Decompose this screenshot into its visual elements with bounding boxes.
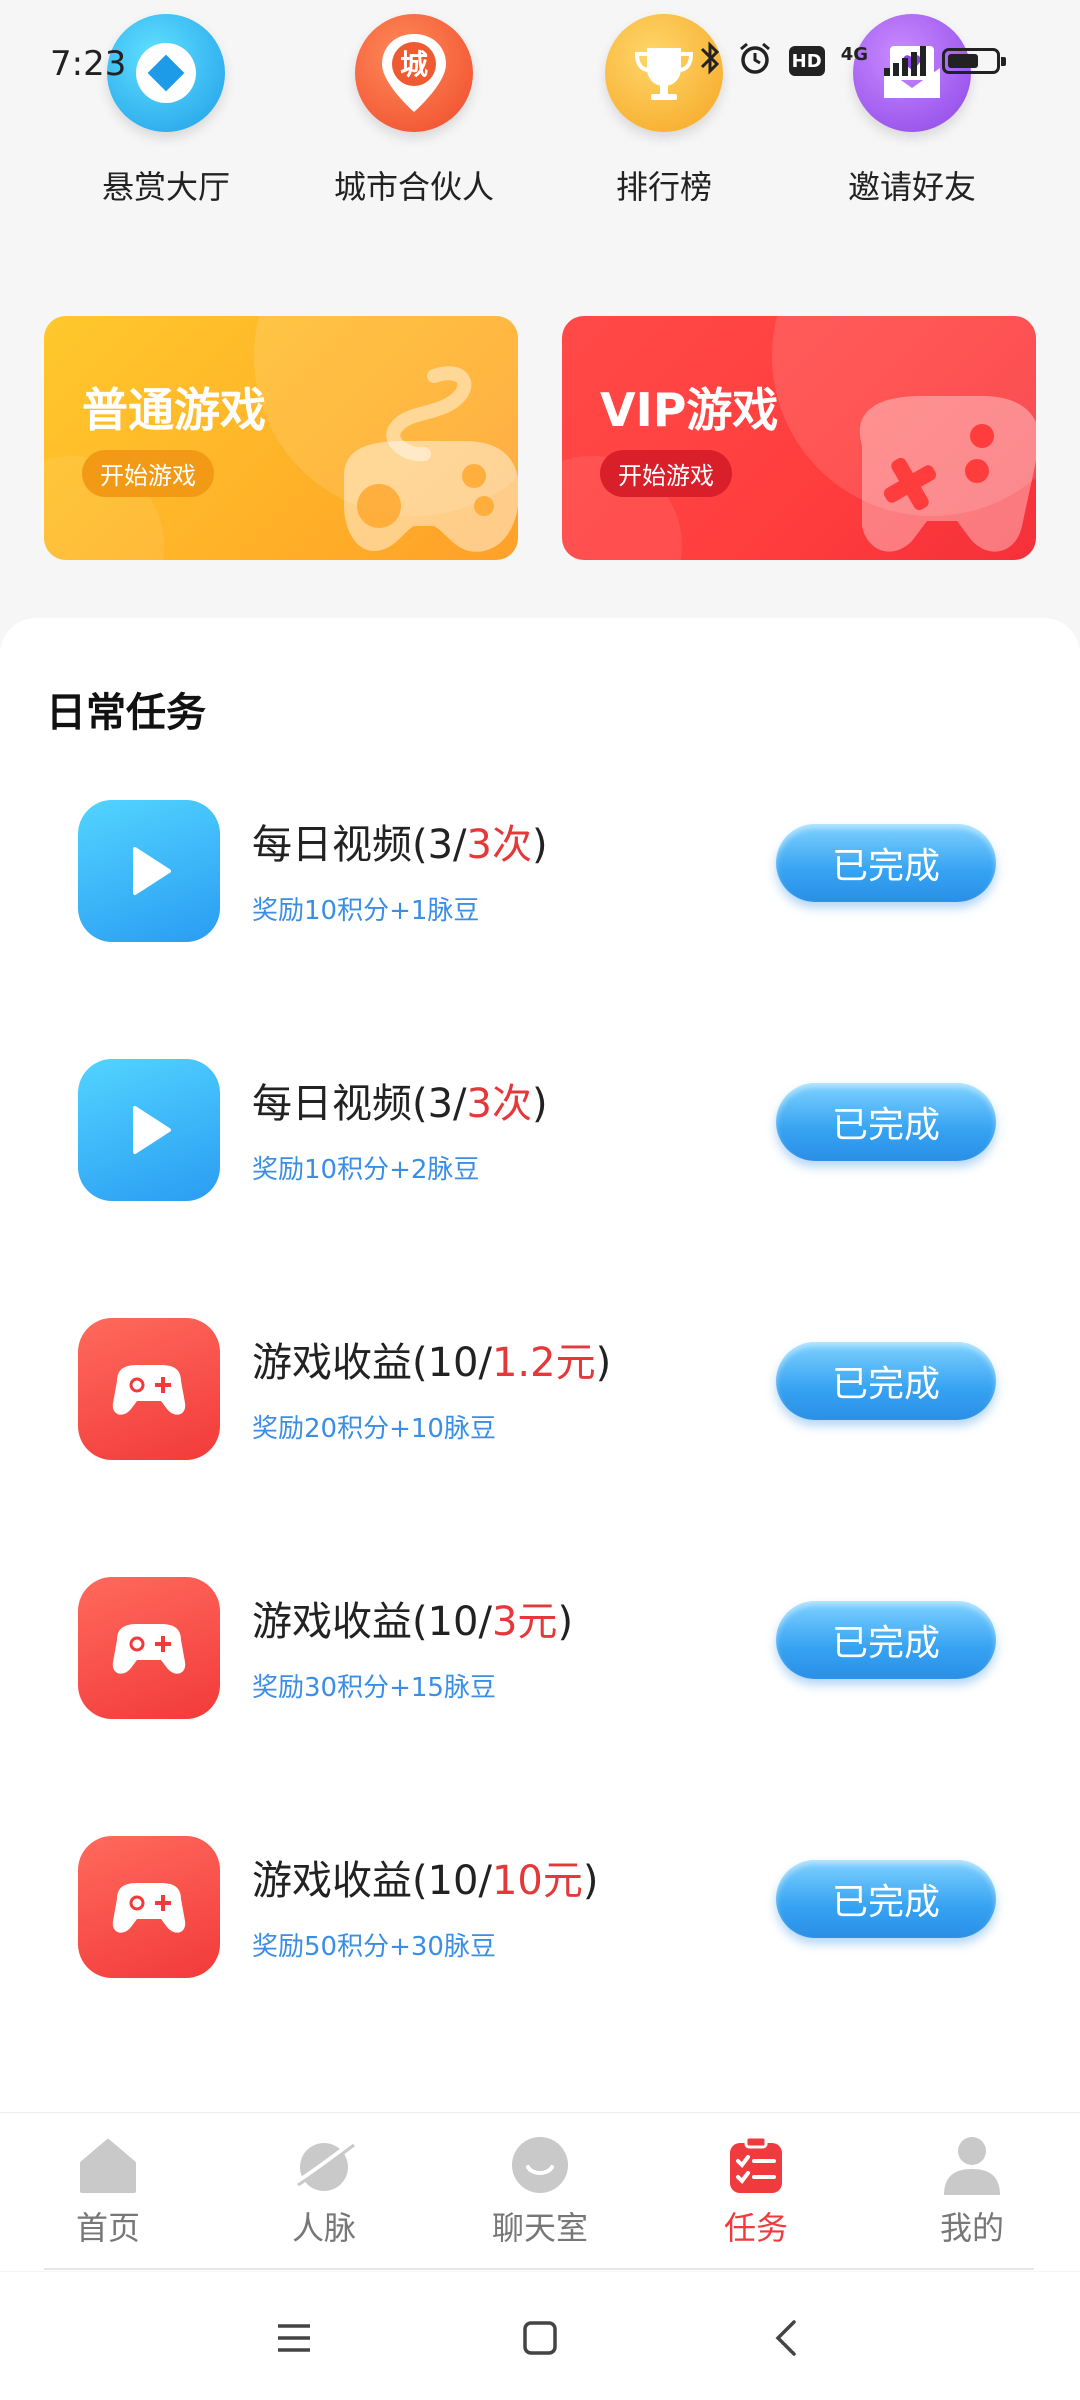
tab-label: 人脉 <box>291 2209 356 2247</box>
task-title: 游戏收益(10/10元) <box>252 1858 599 1904</box>
task-title: 游戏收益(10/1.2元) <box>252 1340 612 1386</box>
planet-icon <box>294 2140 355 2191</box>
task-progress-highlight: 10元 <box>491 1858 583 1904</box>
shortcut-bounty-hall[interactable]: 悬赏大厅 <box>66 14 266 208</box>
shortcut-leaderboard[interactable]: 排行榜 <box>564 14 764 208</box>
task-completed-button[interactable]: 已完成 <box>776 1342 996 1420</box>
tab-label: 首页 <box>75 2209 140 2247</box>
banner-title: 普通游戏 <box>82 383 266 437</box>
task-row: 游戏收益(10/3元) 奖励30积分+15脉豆 已完成 <box>0 1567 1080 1727</box>
task-list-icon <box>730 2135 782 2193</box>
task-completed-button[interactable]: 已完成 <box>776 1860 996 1938</box>
system-navigation-bar <box>0 2272 1080 2400</box>
shortcut-label: 排行榜 <box>615 168 712 206</box>
tab-home[interactable]: 首页 <box>28 2133 188 2249</box>
home-icon <box>80 2139 136 2193</box>
gamepad-decoration-icon <box>344 366 518 552</box>
gamepad-icon <box>78 1318 220 1460</box>
tab-tasks[interactable]: 任务 <box>676 2133 836 2249</box>
task-row: 游戏收益(10/10元) 奖励50积分+30脉豆 已完成 <box>0 1826 1080 1986</box>
task-reward: 奖励10积分+1脉豆 <box>252 896 480 926</box>
menu-icon[interactable] <box>274 2318 314 2358</box>
profile-icon <box>944 2137 1000 2195</box>
task-progress-highlight: 3次 <box>466 1081 532 1127</box>
bottom-tab-bar: 首页 人脉 聊天室 任务 我的 <box>0 2112 1080 2271</box>
start-game-button[interactable]: 开始游戏 <box>82 450 214 497</box>
task-progress-highlight: 3次 <box>466 822 532 868</box>
tab-contacts[interactable]: 人脉 <box>244 2133 404 2249</box>
shortcut-label: 邀请好友 <box>847 168 976 206</box>
shortcut-invite-friends[interactable]: 邀请好友 <box>812 14 1012 208</box>
task-row: 每日视频(3/3次) 奖励10积分+2脉豆 已完成 <box>0 1049 1080 1209</box>
chat-icon <box>512 2137 568 2193</box>
play-icon <box>78 800 220 942</box>
task-completed-button[interactable]: 已完成 <box>776 824 996 902</box>
banner-title: VIP游戏 <box>600 383 779 437</box>
back-icon[interactable] <box>768 2318 808 2358</box>
shortcut-city-partner[interactable]: 城 城市合伙人 <box>314 14 514 208</box>
tab-label: 聊天室 <box>491 2209 588 2247</box>
task-progress-highlight: 3元 <box>491 1599 558 1645</box>
home-square-icon[interactable] <box>520 2318 560 2358</box>
gamepad-icon <box>78 1836 220 1978</box>
task-row: 游戏收益(10/1.2元) 奖励20积分+10脉豆 已完成 <box>0 1308 1080 1468</box>
trophy-icon <box>605 14 723 132</box>
normal-game-banner[interactable]: 普通游戏 开始游戏 <box>44 316 518 560</box>
divider <box>44 2268 1034 2270</box>
tab-label: 任务 <box>723 2209 788 2247</box>
task-reward: 奖励10积分+2脉豆 <box>252 1155 480 1185</box>
task-reward: 奖励50积分+30脉豆 <box>252 1932 496 1962</box>
shortcut-row: 悬赏大厅 城 城市合伙人 排行榜 邀请好友 <box>0 14 1080 214</box>
diamond-icon <box>107 14 225 132</box>
gamepad-icon <box>78 1577 220 1719</box>
city-pin-text: 城 <box>400 48 428 81</box>
task-progress-highlight: 1.2元 <box>491 1340 596 1386</box>
task-completed-button[interactable]: 已完成 <box>776 1083 996 1161</box>
tab-profile[interactable]: 我的 <box>892 2133 1052 2249</box>
task-title: 每日视频(3/3次) <box>252 1081 548 1127</box>
task-row: 每日视频(3/3次) 奖励10积分+1脉豆 已完成 <box>0 790 1080 950</box>
shortcut-label: 悬赏大厅 <box>101 168 230 206</box>
task-completed-button[interactable]: 已完成 <box>776 1601 996 1679</box>
city-pin-icon: 城 <box>355 14 473 132</box>
task-title: 每日视频(3/3次) <box>252 822 548 868</box>
vip-game-banner[interactable]: VIP游戏 开始游戏 <box>562 316 1036 560</box>
task-reward: 奖励20积分+10脉豆 <box>252 1414 496 1444</box>
section-title: 日常任务 <box>46 690 206 736</box>
shortcut-label: 城市合伙人 <box>333 168 494 206</box>
daily-tasks-card: 日常任务 每日视频(3/3次) 奖励10积分+1脉豆 已完成 每日视频(3/3次… <box>0 618 1080 2118</box>
task-reward: 奖励30积分+15脉豆 <box>252 1673 496 1703</box>
tab-chatroom[interactable]: 聊天室 <box>460 2133 620 2249</box>
play-icon <box>78 1059 220 1201</box>
heart-mail-icon <box>853 14 971 132</box>
gamepad-decoration-icon <box>859 396 1036 552</box>
start-game-button[interactable]: 开始游戏 <box>600 450 732 497</box>
tab-label: 我的 <box>939 2209 1004 2247</box>
task-title: 游戏收益(10/3元) <box>252 1599 574 1645</box>
